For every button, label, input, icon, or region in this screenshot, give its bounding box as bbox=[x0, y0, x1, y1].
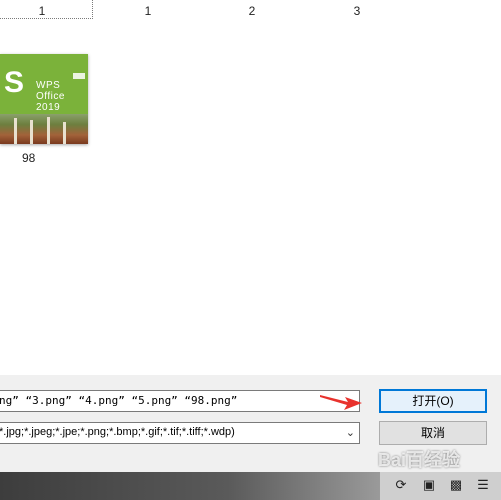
file-browser-pane: 1 1 2 3 S WPS Office 2019 98 bbox=[0, 0, 501, 375]
open-button[interactable]: 打开(O) bbox=[379, 389, 487, 413]
list-view-icon[interactable]: ☰ bbox=[476, 478, 490, 492]
watermark-text: Bai百经验 bbox=[378, 450, 461, 470]
tree-trunk bbox=[14, 118, 17, 144]
column-number-1a: 1 bbox=[38, 4, 46, 18]
file-type-value: *.jpg;*.jpeg;*.jpe;*.png;*.bmp;*.gif;*.t… bbox=[0, 426, 235, 438]
cancel-button[interactable]: 取消 bbox=[379, 421, 487, 445]
thumbnail-name[interactable]: 98 bbox=[22, 151, 35, 165]
logo-badge bbox=[73, 73, 85, 79]
wps-logo-letter: S bbox=[4, 66, 25, 99]
column-number-1b: 1 bbox=[144, 4, 152, 18]
chevron-down-icon[interactable]: ⌄ bbox=[346, 426, 355, 439]
red-arrow-icon bbox=[320, 395, 362, 410]
tree-trunk bbox=[30, 120, 33, 144]
fit-screen-icon[interactable]: ▣ bbox=[422, 478, 436, 492]
file-name-value: ng” “3.png” “4.png” “5.png” “98.png” bbox=[0, 394, 238, 407]
viewer-toolbar: ⟳ ▣ ▩ ☰ bbox=[0, 472, 501, 500]
column-number-3[interactable]: 3 bbox=[337, 4, 377, 18]
wps-logo-text: WPS Office 2019 bbox=[36, 80, 65, 113]
taskbar-background bbox=[0, 472, 380, 500]
column-number-2: 2 bbox=[248, 4, 256, 18]
rotate-icon[interactable]: ⟳ bbox=[394, 478, 408, 492]
tree-trunk bbox=[63, 122, 66, 144]
file-name-field[interactable]: ng” “3.png” “4.png” “5.png” “98.png” bbox=[0, 390, 360, 412]
file-type-select[interactable]: *.jpg;*.jpeg;*.jpe;*.png;*.bmp;*.gif;*.t… bbox=[0, 422, 360, 444]
image-thumbnail[interactable]: S WPS Office 2019 bbox=[0, 54, 88, 144]
tree-trunk bbox=[47, 117, 50, 144]
thumbnail-view-icon[interactable]: ▩ bbox=[449, 478, 463, 492]
